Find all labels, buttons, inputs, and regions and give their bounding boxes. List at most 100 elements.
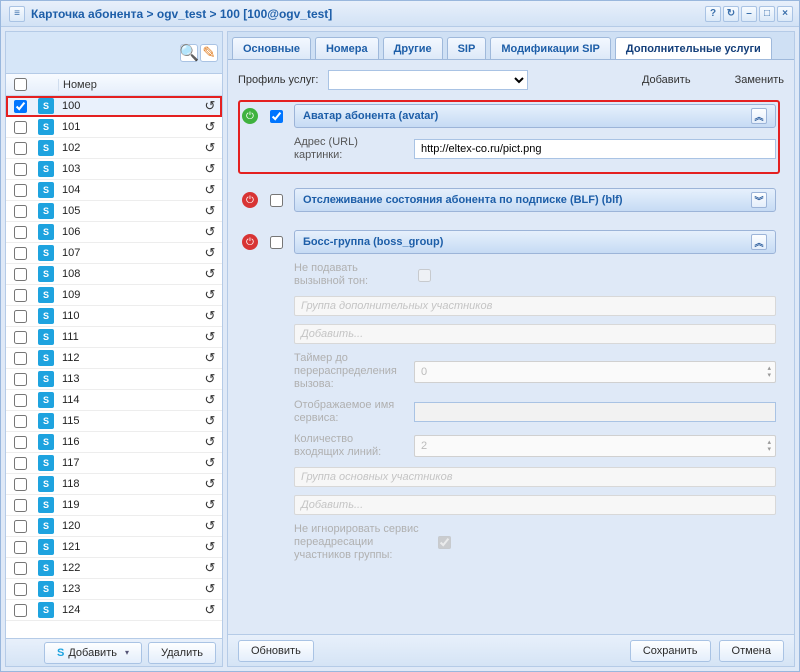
- history-icon[interactable]: ↺: [198, 329, 222, 345]
- table-row[interactable]: S102↺: [6, 138, 222, 159]
- row-checkbox[interactable]: [14, 205, 27, 218]
- row-checkbox[interactable]: [14, 226, 27, 239]
- table-row[interactable]: S104↺: [6, 180, 222, 201]
- table-row[interactable]: S113↺: [6, 369, 222, 390]
- column-number[interactable]: Номер: [58, 79, 198, 91]
- history-icon[interactable]: ↺: [198, 140, 222, 156]
- history-icon[interactable]: ↺: [198, 161, 222, 177]
- table-row[interactable]: S114↺: [6, 390, 222, 411]
- table-row[interactable]: S103↺: [6, 159, 222, 180]
- history-icon[interactable]: ↺: [198, 98, 222, 114]
- history-icon[interactable]: ↺: [198, 434, 222, 450]
- row-checkbox[interactable]: [14, 415, 27, 428]
- table-row[interactable]: S117↺: [6, 453, 222, 474]
- tab-main[interactable]: Основные: [232, 37, 311, 59]
- tab-other[interactable]: Другие: [383, 37, 443, 59]
- table-row[interactable]: S107↺: [6, 243, 222, 264]
- history-icon[interactable]: ↺: [198, 539, 222, 555]
- table-row[interactable]: S100↺: [6, 96, 222, 117]
- delete-subscriber-button[interactable]: Удалить: [148, 642, 216, 664]
- help-icon[interactable]: ?: [705, 6, 721, 22]
- search-icon[interactable]: 🔍: [180, 44, 198, 62]
- table-row[interactable]: S122↺: [6, 558, 222, 579]
- row-checkbox[interactable]: [14, 331, 27, 344]
- table-row[interactable]: S112↺: [6, 348, 222, 369]
- row-checkbox[interactable]: [14, 247, 27, 260]
- blf-title-bar[interactable]: Отслеживание состояния абонента по подпи…: [294, 188, 776, 212]
- table-row[interactable]: S108↺: [6, 264, 222, 285]
- row-checkbox[interactable]: [14, 184, 27, 197]
- history-icon[interactable]: ↺: [198, 287, 222, 303]
- row-checkbox[interactable]: [14, 394, 27, 407]
- history-icon[interactable]: ↺: [198, 455, 222, 471]
- history-icon[interactable]: ↺: [198, 392, 222, 408]
- history-icon[interactable]: ↺: [198, 602, 222, 618]
- row-checkbox[interactable]: [14, 310, 27, 323]
- add-subscriber-button[interactable]: SДобавить: [44, 642, 142, 664]
- table-row[interactable]: S121↺: [6, 537, 222, 558]
- history-icon[interactable]: ↺: [198, 371, 222, 387]
- history-icon[interactable]: ↺: [198, 266, 222, 282]
- history-icon[interactable]: ↺: [198, 518, 222, 534]
- table-row[interactable]: S111↺: [6, 327, 222, 348]
- tab-sipmod[interactable]: Модификации SIP: [490, 37, 611, 59]
- profile-add-link[interactable]: Добавить: [642, 74, 691, 86]
- cancel-button[interactable]: Отмена: [719, 640, 784, 662]
- avatar-title-bar[interactable]: Аватар абонента (avatar) ︽: [294, 104, 776, 128]
- row-checkbox[interactable]: [14, 562, 27, 575]
- table-row[interactable]: S120↺: [6, 516, 222, 537]
- boss-enable-checkbox[interactable]: [270, 236, 283, 249]
- history-icon[interactable]: ↺: [198, 476, 222, 492]
- row-checkbox[interactable]: [14, 541, 27, 554]
- table-row[interactable]: S124↺: [6, 600, 222, 621]
- row-checkbox[interactable]: [14, 289, 27, 302]
- history-icon[interactable]: ↺: [198, 350, 222, 366]
- tab-sip[interactable]: SIP: [447, 37, 487, 59]
- table-row[interactable]: S109↺: [6, 285, 222, 306]
- row-checkbox[interactable]: [14, 121, 27, 134]
- history-icon[interactable]: ↺: [198, 308, 222, 324]
- row-checkbox[interactable]: [14, 604, 27, 617]
- row-checkbox[interactable]: [14, 478, 27, 491]
- row-checkbox[interactable]: [14, 100, 27, 113]
- power-on-icon[interactable]: ⏻: [242, 108, 258, 124]
- row-checkbox[interactable]: [14, 142, 27, 155]
- refresh-icon[interactable]: ↻: [723, 6, 739, 22]
- row-checkbox[interactable]: [14, 436, 27, 449]
- row-checkbox[interactable]: [14, 520, 27, 533]
- profile-select[interactable]: [328, 70, 528, 90]
- avatar-collapse-icon[interactable]: ︽: [751, 108, 767, 124]
- history-icon[interactable]: ↺: [198, 119, 222, 135]
- tab-numbers[interactable]: Номера: [315, 37, 379, 59]
- row-checkbox[interactable]: [14, 268, 27, 281]
- boss-collapse-icon[interactable]: ︽: [751, 234, 767, 250]
- table-row[interactable]: S106↺: [6, 222, 222, 243]
- row-checkbox[interactable]: [14, 499, 27, 512]
- history-icon[interactable]: ↺: [198, 245, 222, 261]
- table-row[interactable]: S119↺: [6, 495, 222, 516]
- table-row[interactable]: S116↺: [6, 432, 222, 453]
- blf-enable-checkbox[interactable]: [270, 194, 283, 207]
- refresh-button[interactable]: Обновить: [238, 640, 314, 662]
- history-icon[interactable]: ↺: [198, 560, 222, 576]
- power-off-icon[interactable]: ⏻: [242, 234, 258, 250]
- maximize-icon[interactable]: □: [759, 6, 775, 22]
- boss-title-bar[interactable]: Босс-группа (boss_group) ︽: [294, 230, 776, 254]
- history-icon[interactable]: ↺: [198, 224, 222, 240]
- table-row[interactable]: S123↺: [6, 579, 222, 600]
- tab-extras[interactable]: Дополнительные услуги: [615, 37, 772, 59]
- save-button[interactable]: Сохранить: [630, 640, 711, 662]
- avatar-url-input[interactable]: [414, 139, 776, 159]
- history-icon[interactable]: ↺: [198, 203, 222, 219]
- table-row[interactable]: S115↺: [6, 411, 222, 432]
- close-icon[interactable]: ×: [777, 6, 793, 22]
- row-checkbox[interactable]: [14, 373, 27, 386]
- history-icon[interactable]: ↺: [198, 182, 222, 198]
- history-icon[interactable]: ↺: [198, 413, 222, 429]
- row-checkbox[interactable]: [14, 457, 27, 470]
- select-all-checkbox[interactable]: [14, 78, 27, 91]
- profile-replace-link[interactable]: Заменить: [735, 74, 784, 86]
- power-off-icon[interactable]: ⏻: [242, 192, 258, 208]
- table-row[interactable]: S101↺: [6, 117, 222, 138]
- avatar-enable-checkbox[interactable]: [270, 110, 283, 123]
